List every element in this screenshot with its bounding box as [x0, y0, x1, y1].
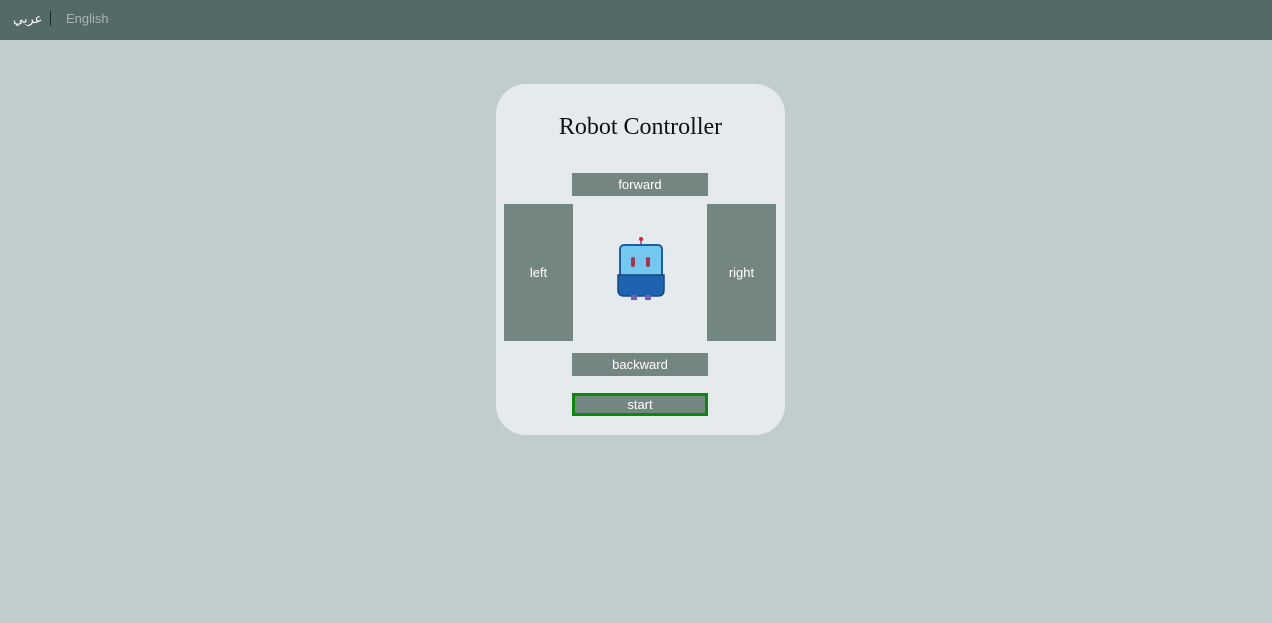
backward-button[interactable]: backward: [572, 353, 708, 376]
start-button[interactable]: start: [572, 393, 708, 416]
language-arabic-link[interactable]: عربي: [13, 11, 42, 27]
robot-icon: [615, 236, 667, 302]
forward-button[interactable]: forward: [572, 173, 708, 196]
controller-card: Robot Controller forward left right back…: [496, 84, 785, 435]
top-bar: عربي English: [0, 0, 1272, 40]
left-button[interactable]: left: [504, 204, 573, 341]
page-title: Robot Controller: [558, 114, 723, 140]
language-english-link[interactable]: English: [66, 11, 109, 27]
language-separator: [50, 11, 51, 26]
right-button[interactable]: right: [707, 204, 776, 341]
